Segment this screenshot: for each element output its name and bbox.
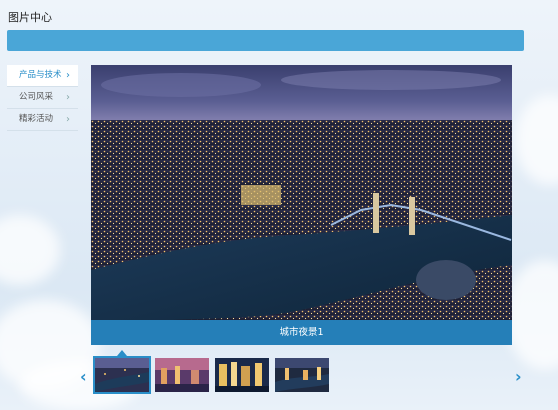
sidebar-menu: 产品与技术 › 公司风采 › 精彩活动 ›	[7, 65, 78, 131]
cloud-decoration	[0, 215, 60, 285]
chevron-right-icon[interactable]: ›	[515, 367, 522, 386]
thumbnail-4[interactable]	[275, 358, 329, 392]
sidebar-item-label: 精彩活动	[19, 114, 54, 124]
page-title: 图片中心	[8, 11, 52, 24]
slide-caption: 城市夜景1	[91, 320, 512, 345]
chevron-left-icon[interactable]: ‹	[80, 367, 87, 386]
sidebar-item-label: 公司风采	[19, 92, 54, 102]
active-thumbnail-pointer	[117, 350, 127, 356]
chevron-right-icon: ›	[66, 92, 70, 103]
chevron-right-icon: ›	[66, 70, 70, 81]
sidebar-item-events[interactable]: 精彩活动 ›	[7, 109, 78, 131]
slide-image[interactable]	[91, 65, 512, 345]
top-banner-bar	[7, 30, 524, 51]
sidebar-item-products[interactable]: 产品与技术 ›	[7, 65, 78, 87]
cloud-decoration	[505, 260, 558, 370]
chevron-right-icon: ›	[66, 114, 70, 125]
thumbnail-2[interactable]	[155, 358, 209, 392]
sidebar-item-company[interactable]: 公司风采 ›	[7, 87, 78, 109]
cloud-decoration	[515, 95, 558, 185]
thumbnail-3[interactable]	[215, 358, 269, 392]
sidebar-item-label: 产品与技术	[19, 70, 62, 80]
thumbnail-1[interactable]	[93, 356, 151, 394]
